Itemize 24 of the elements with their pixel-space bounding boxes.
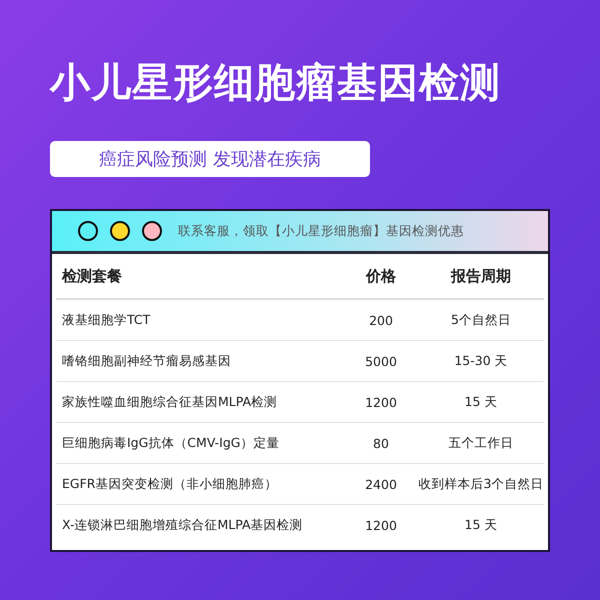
table-cell-text: 15 天 [464, 394, 498, 410]
table-cell-text: 1200 [364, 394, 398, 410]
table-cell-text: 嗜铬细胞副神经节瘤易感基因 [61, 352, 232, 370]
promo-notice: 联系客服，领取【小儿星形细胞瘤】基因检测优惠 [178, 222, 464, 240]
table-cell-text: 200 [368, 312, 394, 328]
table-cell-text: 2400 [364, 476, 398, 492]
table-cell-text: 15 天 [464, 516, 498, 534]
table-cell-text: 液基细胞学TCT [61, 312, 152, 328]
table-cell-text: EGFR基因突变检测（非小细胞肺癌） [61, 476, 278, 492]
table-cell-text: 5000 [364, 354, 398, 368]
column-header: 价格 [364, 266, 397, 286]
table-cell-text: 巨细胞病毒IgG抗体（CMV-IgG）定量 [61, 434, 280, 452]
page-title: 小儿星形细胞瘤基因检测 [50, 59, 501, 108]
column-header: 报告周期 [450, 266, 512, 286]
table-cell-text: 80 [372, 436, 390, 450]
subtitle-banner: 癌症风险预测 发现潜在疾病 [50, 141, 370, 177]
table-cell-text: 5个自然日 [450, 312, 512, 328]
table-cell-text: 15-30 天 [453, 352, 509, 370]
table-cell-text: 家族性噬血细胞综合征基因MLPA检测 [61, 394, 278, 410]
table-cell-text: 1200 [364, 518, 398, 532]
table-cell: 收到样本后3个自然日 [418, 476, 544, 492]
table-cell-text: X-连锁淋巴细胞增殖综合征MLPA基因检测 [61, 516, 304, 534]
table-cell-text: 五个工作日 [448, 434, 514, 452]
column-header: 检测套餐 [60, 266, 123, 286]
